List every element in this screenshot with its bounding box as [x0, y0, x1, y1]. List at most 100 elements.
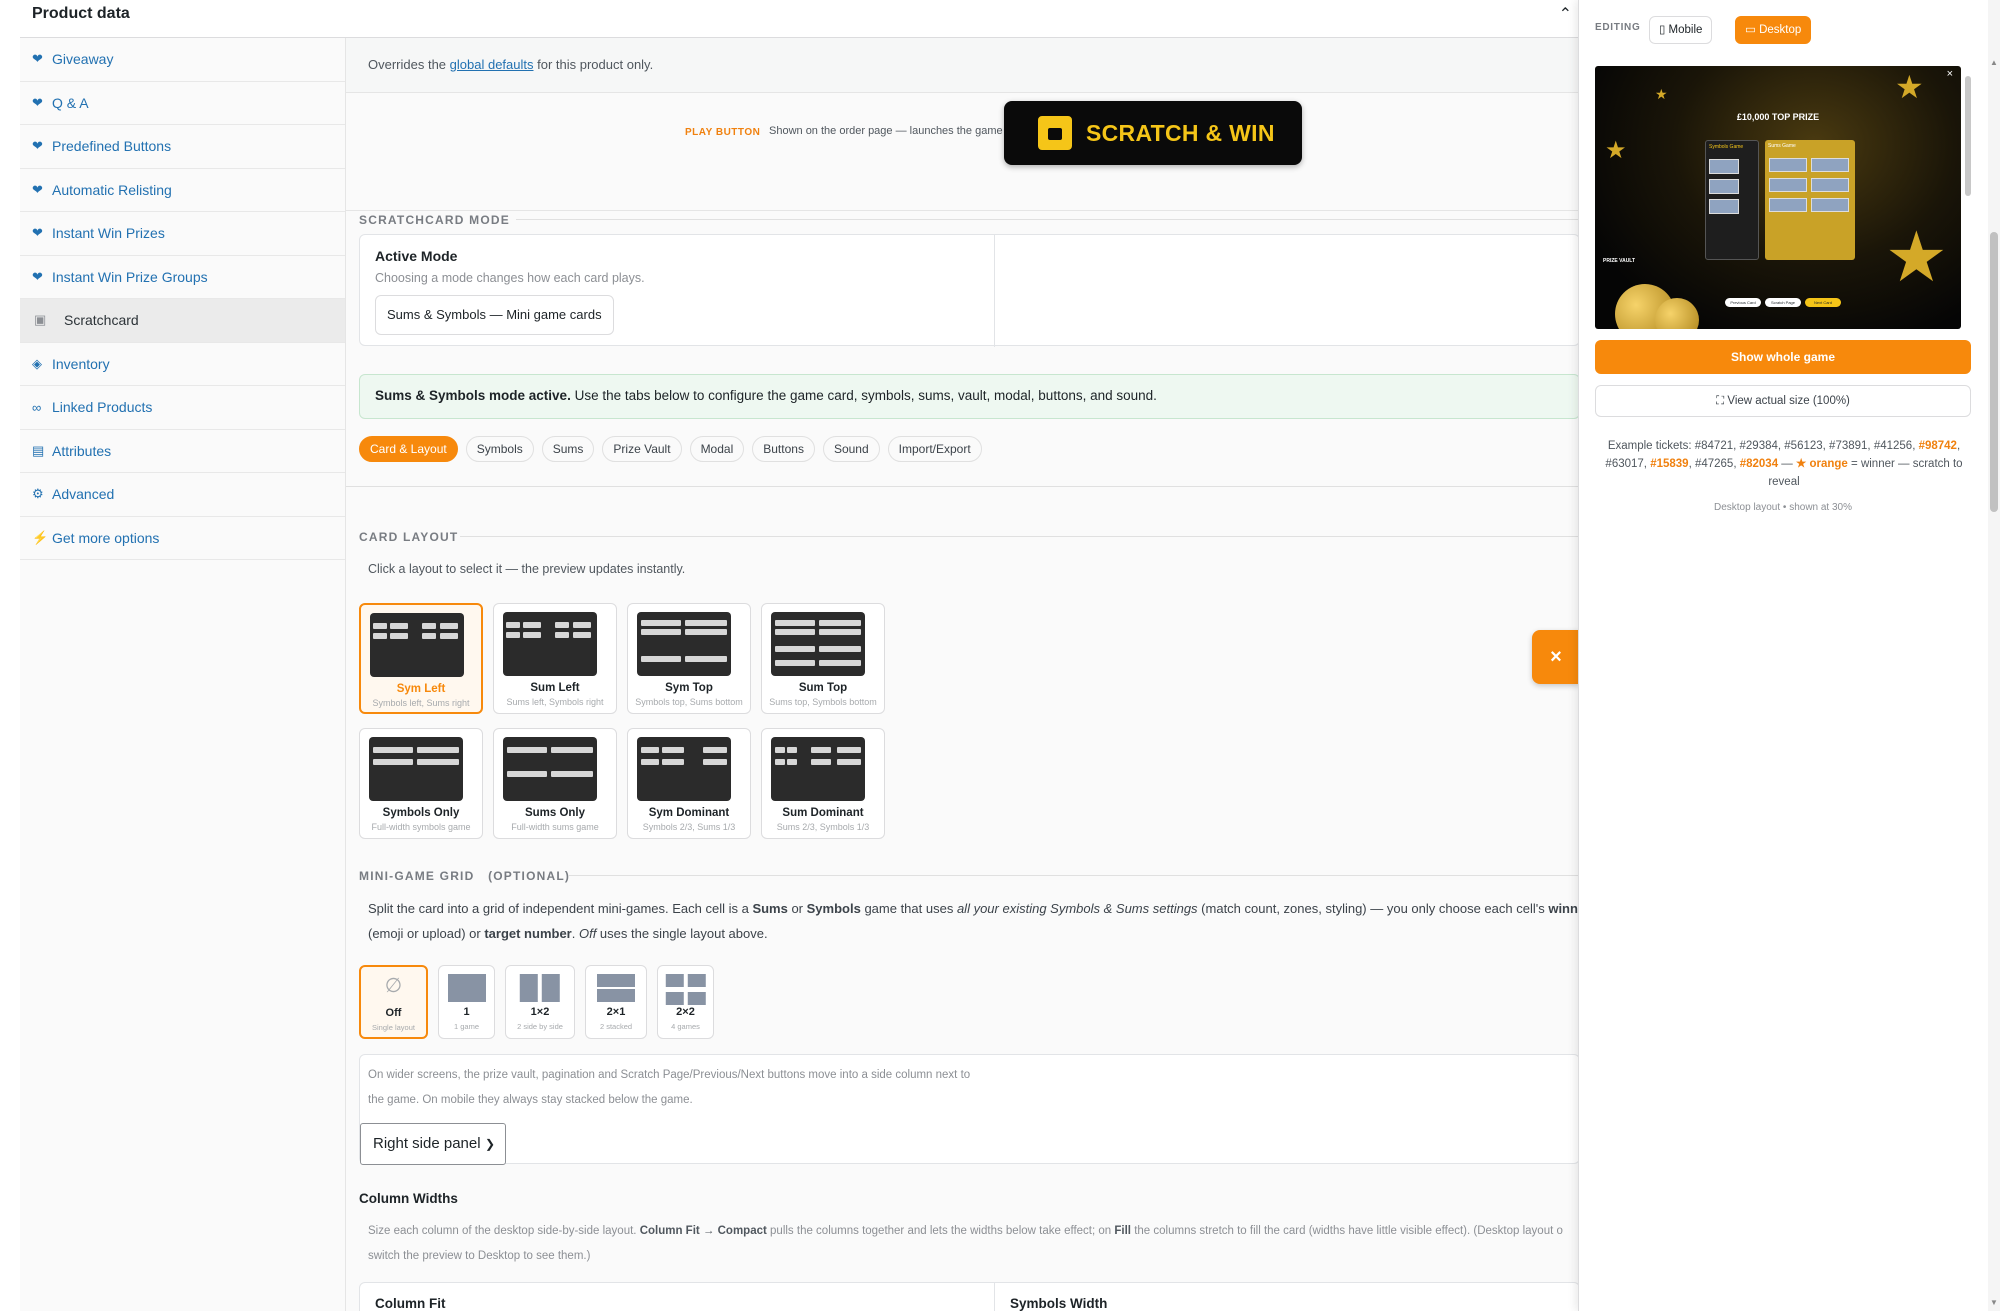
scratch-win-preview-button[interactable]: SCRATCH & WIN — [1004, 101, 1302, 165]
sidebar-item-advanced[interactable]: ⚙ Advanced — [20, 473, 345, 517]
sidebar-item-inventory[interactable]: ◈ Inventory — [20, 343, 345, 386]
layout-name: Symbols Only — [382, 807, 460, 819]
sidebar-item-automatic-relisting[interactable]: ❤ Automatic Relisting — [20, 169, 345, 212]
sidebar-item-label: Instant Win Prizes — [52, 225, 165, 242]
preview-button: Scratch Page — [1765, 298, 1801, 307]
sidebar-item-label: Attributes — [52, 442, 112, 459]
sidebar-item-predefined-buttons[interactable]: ❤ Predefined Buttons — [20, 125, 345, 169]
view-actual-size-button[interactable]: ⛶ View actual size (100%) — [1595, 385, 1971, 417]
layout-thumb — [771, 612, 865, 676]
grid-1x2-icon — [519, 974, 561, 1007]
sidebar-item-get-more-options[interactable]: ⚡ Get more options — [20, 517, 345, 560]
window-scrollbar[interactable]: ▲ ▼ — [1988, 0, 2000, 1311]
tab-symbols[interactable]: Symbols — [465, 436, 534, 462]
layout-option-sum-top[interactable]: Sum Top Sums top, Symbols bottom — [761, 603, 885, 714]
mini-grid-title: MINI-GAME GRID — [359, 869, 475, 883]
layout-option-symbols-only[interactable]: Symbols Only Full-width symbols game — [359, 728, 483, 839]
close-icon: × — [1550, 646, 1562, 668]
preview-scrollbar[interactable] — [1965, 56, 1971, 326]
layout-desc: Symbols 2/3, Sums 1/3 — [642, 822, 736, 832]
tab-modal[interactable]: Modal — [689, 436, 745, 462]
game-preview-image: × ★ ★ ★ ★ £10,000 TOP PRIZE Symbols Game… — [1595, 66, 1961, 329]
layout-desc: Full-width sums game — [511, 822, 599, 832]
star-decoration: ★ — [1655, 86, 1668, 102]
desktop-icon: ▭ — [1745, 24, 1756, 36]
close-preview-button[interactable]: × — [1532, 630, 1580, 684]
grid-option-label: 2×2 — [676, 1006, 695, 1018]
chevron-up-icon[interactable]: ⌃ — [1559, 4, 1572, 24]
layout-thumb — [369, 737, 463, 801]
active-mode-select[interactable]: Sums & Symbols — Mini game cards — [375, 295, 614, 335]
tab-sums[interactable]: Sums — [541, 436, 595, 462]
expand-icon: ⛶ — [1716, 395, 1725, 407]
chevron-down-icon: ❯ — [484, 1137, 495, 1151]
grid-option-1x2[interactable]: 1×2 2 side by side — [505, 965, 575, 1039]
device-desktop-button[interactable]: ▭ Desktop — [1735, 16, 1812, 44]
layout-option-sym-dominant[interactable]: Sym Dominant Symbols 2/3, Sums 1/3 — [627, 728, 751, 839]
layout-thumb — [637, 612, 731, 676]
tab-import-export[interactable]: Import/Export — [887, 436, 982, 462]
scrollbar-thumb[interactable] — [1990, 232, 1998, 512]
sidebar-item-linked-products[interactable]: ∞ Linked Products — [20, 386, 345, 430]
layout-option-sym-top[interactable]: Sym Top Symbols top, Sums bottom — [627, 603, 751, 714]
layout-thumb — [503, 612, 597, 676]
scratch-ticket-icon — [1038, 116, 1072, 150]
divider — [516, 219, 1580, 220]
tab-sound[interactable]: Sound — [822, 436, 880, 462]
preview-symbols-panel: Symbols Game — [1705, 140, 1759, 260]
layout-name: Sum Left — [530, 682, 580, 694]
layout-option-sum-dominant[interactable]: Sum Dominant Sums 2/3, Symbols 1/3 — [761, 728, 885, 839]
view-actual-label: View actual size (100%) — [1727, 395, 1850, 407]
sidebar-item-instant-win-prizes[interactable]: ❤ Instant Win Prizes — [20, 212, 345, 256]
prize-groups-icon: ❤ — [32, 268, 43, 284]
layout-name: Sum Top — [798, 682, 848, 694]
grid-1-icon — [447, 974, 486, 1007]
grid-option-off[interactable]: ∅ Off Single layout — [359, 965, 428, 1039]
layout-thumb — [637, 737, 731, 801]
live-preview-panel: EDITING ▯ Mobile ▭ Desktop × ★ ★ ★ ★ £10… — [1578, 0, 2000, 1311]
device-mobile-label: Mobile — [1668, 24, 1703, 36]
sidebar-item-qa[interactable]: ❤ Q & A — [20, 82, 345, 125]
sidebar-item-attributes[interactable]: ▤ Attributes — [20, 430, 345, 473]
grid-option-sub: 2 stacked — [599, 1022, 633, 1031]
sidebar-item-label: Predefined Buttons — [52, 138, 172, 155]
section-title-card-layout: CARD LAYOUT — [359, 530, 459, 544]
grid-option-sub: 2 side by side — [517, 1022, 563, 1031]
tab-prize-vault[interactable]: Prize Vault — [602, 436, 682, 462]
grid-option-1[interactable]: 1 1 game — [438, 965, 495, 1039]
device-mobile-button[interactable]: ▯ Mobile — [1649, 16, 1713, 44]
layout-option-sym-left[interactable]: Sym Left Symbols left, Sums right — [359, 603, 483, 714]
sidebar-item-scratchcard[interactable]: ▣ Scratchcard — [20, 299, 345, 343]
column-widths-desc-2: switch the preview to Desktop to see the… — [368, 1250, 591, 1262]
gear-icon: ⚙ — [32, 486, 44, 502]
grid-option-2x1[interactable]: 2×1 2 stacked — [585, 965, 647, 1039]
sidebar-item-instant-win-prize-groups[interactable]: ❤ Instant Win Prize Groups — [20, 256, 345, 299]
grid-option-label: 2×1 — [606, 1006, 626, 1018]
section-title-scratchcard-mode: SCRATCHCARD MODE — [359, 213, 510, 227]
grid-option-2x2[interactable]: 2×2 4 games — [657, 965, 714, 1039]
layout-option-sums-only[interactable]: Sums Only Full-width sums game — [493, 728, 617, 839]
star-decoration: ★ — [1885, 218, 1948, 296]
overrides-suffix: for this product only. — [533, 57, 654, 72]
desktop-layout-note: Desktop layout • shown at 30% — [1713, 502, 1853, 513]
global-defaults-link[interactable]: global defaults — [450, 57, 534, 72]
ticket-number: #15839 — [1650, 458, 1689, 470]
grid-option-sub: 1 game — [453, 1022, 480, 1031]
mini-grid-desc-line-1: Split the card into a grid of independen… — [368, 901, 1580, 916]
layout-thumb — [503, 737, 597, 801]
show-whole-game-button[interactable]: Show whole game — [1595, 340, 1971, 374]
side-panel-select[interactable]: Right side panel ❯ — [360, 1123, 506, 1165]
gift-icon: ❤ — [32, 51, 43, 67]
coin-decoration — [1655, 298, 1699, 329]
sidebar-item-giveaway[interactable]: ❤ Giveaway — [20, 38, 345, 82]
banner-text: Use the tabs below to configure the game… — [570, 388, 1157, 403]
product-data-header: Product data ⌃ — [20, 0, 1580, 38]
layout-option-sum-left[interactable]: Sum Left Sums left, Symbols right — [493, 603, 617, 714]
scroll-up-icon[interactable]: ▲ — [1990, 58, 1998, 67]
tab-buttons[interactable]: Buttons — [752, 436, 815, 462]
grid-option-label: 1×2 — [530, 1006, 550, 1018]
scroll-down-icon[interactable]: ▼ — [1990, 1298, 1998, 1307]
examples-sep: — — [1778, 458, 1796, 470]
sidebar-item-label: Inventory — [52, 355, 110, 372]
tab-card-layout[interactable]: Card & Layout — [359, 436, 458, 462]
